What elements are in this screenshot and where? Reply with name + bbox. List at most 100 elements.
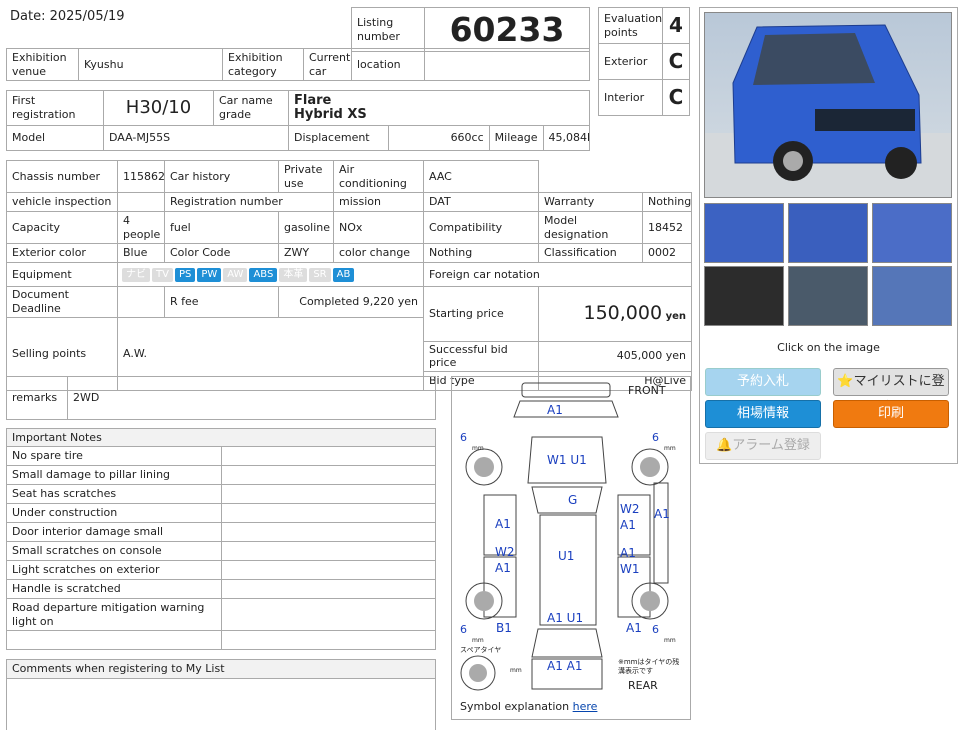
equip-badge-navi: ナビ [122, 268, 150, 282]
fuel-label: fuel [164, 211, 279, 244]
equip-badge-ps: PS [174, 268, 196, 282]
first-reg-label: First registration [6, 90, 104, 126]
reserve-bid-button[interactable]: 予約入札 [705, 368, 821, 396]
displacement-label: Displacement [287, 125, 390, 151]
thumb-photo-1[interactable] [704, 203, 784, 263]
car-photo-icon [705, 24, 951, 197]
history-label: Car history [164, 160, 279, 193]
venue-label: Exhibition venue [6, 48, 79, 81]
mark-left-rear-fender: B1 [496, 621, 512, 635]
market-info-button[interactable]: 相場情報 [705, 400, 821, 428]
remarks-label: remarks [6, 376, 68, 420]
mark-left-front: A1 [495, 517, 511, 531]
start-price-label: Starting price [423, 286, 539, 342]
warranty-label: Warranty [538, 192, 643, 212]
comments-box: Comments when registering to My List [6, 659, 436, 730]
mark-right-rear-door: A1 W1 [620, 546, 640, 576]
car-info-table: First registration H30/10 Car name grade… [6, 90, 591, 151]
regnum-label: Registration number [164, 192, 334, 212]
classification-value: 0002 [642, 243, 692, 263]
venue-value: Kyushu [78, 48, 223, 81]
symbol-explanation-link[interactable]: here [573, 700, 598, 713]
equip-badge-abs: ABS [249, 268, 278, 282]
alarm-register-button[interactable]: 🔔アラーム登録 [705, 432, 821, 460]
note-item: No spare tire [6, 446, 222, 466]
chassis-value: 115862 [117, 160, 165, 193]
eval-points-value: 4 [662, 7, 690, 44]
main-car-photo[interactable] [704, 12, 952, 198]
car-grade: Hybrid XS [294, 107, 367, 122]
eval-points-label: Evaluation points [598, 7, 663, 44]
thumb-photo-2[interactable] [788, 203, 868, 263]
chassis-label: Chassis number [6, 160, 118, 193]
tire-mm-unit-fr: mm [664, 445, 676, 452]
color-change-value: Nothing [423, 243, 539, 263]
location-label: location [351, 48, 425, 81]
tire-depth-rr: 6 [652, 623, 659, 636]
start-price-cell: 150,000 yen [538, 286, 692, 342]
remarks-table: remarks 2WD [6, 376, 436, 420]
note-item: Under construction [6, 503, 222, 523]
location-value [424, 48, 590, 81]
windshield-panel [531, 486, 603, 514]
add-mylist-button[interactable]: ⭐マイリストに登録 [833, 368, 949, 415]
note-item: Door interior damage small [6, 522, 222, 542]
tire-depth-fl: 6 [460, 431, 467, 444]
front-grille-panel [513, 400, 619, 418]
color-code-value: ZWY [278, 243, 334, 263]
color-change-label: color change [333, 243, 424, 263]
thumb-photo-3[interactable] [872, 203, 952, 263]
compat-label: Compatibility [423, 211, 539, 244]
start-price-value: 150,000 [583, 301, 663, 324]
front-bumper-panel [521, 382, 611, 398]
ac-label: Air conditioning [333, 160, 424, 193]
bid-price-value: 405,000 yen [538, 340, 692, 372]
displacement-value: 660cc [388, 125, 490, 151]
mark-roof: G [568, 493, 578, 507]
tire-depth-note: ※mmはタイヤの残溝表示です [618, 658, 680, 675]
notes-title: Important Notes [6, 428, 436, 447]
exhibition-row: Exhibition venue Kyushu Exhibition categ… [6, 48, 590, 81]
tire-depth-rl: 6 [460, 623, 467, 636]
mission-label: mission [333, 192, 424, 212]
equip-badge-aw: AW [223, 268, 248, 282]
interior-label: Interior [598, 79, 663, 116]
listing-number: 60233 [424, 6, 590, 53]
note-item: Light scratches on exterior [6, 560, 222, 580]
warranty-value: Nothing [642, 192, 692, 212]
note-item: Small damage to pillar lining [6, 465, 222, 485]
car-name: Flare [294, 92, 332, 108]
rfee-label: R fee [164, 286, 279, 318]
tire-mm-unit-fl: mm [472, 445, 484, 452]
gallery-caption: Click on the image [777, 341, 880, 354]
thumb-photo-6[interactable] [872, 266, 952, 326]
mark-right-fender: A1 [654, 507, 670, 521]
inspection-label: vehicle inspection [6, 192, 118, 212]
diagram-rear-label: REAR [628, 679, 658, 692]
mark-trunk: A1 U1 [547, 611, 584, 625]
ac-value: AAC [423, 160, 539, 193]
print-button[interactable]: 印刷 [833, 400, 949, 428]
mark-front-bumper: A1 [547, 403, 563, 417]
rfee-value: Completed 9,220 yen [278, 286, 424, 318]
mileage-label: Mileage [490, 126, 544, 150]
note-item: Handle is scratched [6, 579, 222, 599]
thumb-photo-5[interactable] [788, 266, 868, 326]
note-item: Small scratches on console [6, 541, 222, 561]
fuel-value: gasoline [278, 211, 334, 244]
car-name-grade: Flare Hybrid XS [288, 90, 590, 126]
note-item: Seat has scratches [6, 484, 222, 504]
listing-number-box: Listing number 60233 [351, 6, 590, 53]
exterior-value: C [662, 43, 690, 80]
doc-deadline-label: Document Deadline [6, 286, 118, 318]
gallery-panel: Click on the image 予約入札 ⭐マイリストに登録 相場情報 印… [699, 7, 958, 464]
roof-panel [539, 514, 597, 626]
equipment-label: Equipment [6, 262, 118, 287]
equipment-list: ナビ TV PS PW AW ABS 本革 SR AB [117, 262, 424, 287]
thumb-photo-4[interactable] [704, 266, 784, 326]
model-label: Model [6, 125, 104, 151]
right-sill [653, 482, 669, 584]
note-item [6, 630, 222, 650]
tire-mm-unit-spare: mm [510, 667, 522, 674]
mileage-value: 45,084km [548, 131, 589, 144]
